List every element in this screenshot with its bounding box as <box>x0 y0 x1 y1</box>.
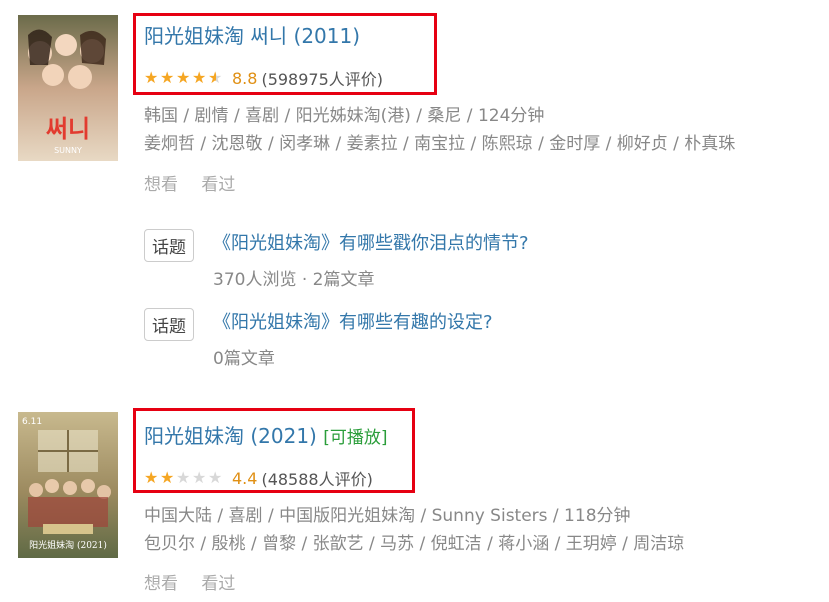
movie-rating-2: ★ ★ ★ ★ ★ 4.4 (48588人评价) <box>144 466 373 490</box>
topic-stats: 370人浏览 · 2篇文章 <box>213 270 375 290</box>
movie-poster-1[interactable]: 써니 SUNNY <box>18 15 118 161</box>
star-icon: ★ <box>144 68 159 87</box>
star-half-icon: ★ <box>208 68 223 87</box>
watched-button[interactable]: 看过 <box>201 574 235 594</box>
movie-meta-line2: 包贝尔 / 殷桃 / 曾黎 / 张歆艺 / 马苏 / 倪虹洁 / 蒋小涵 / 王… <box>144 534 685 554</box>
topic-title-link[interactable]: 《阳光姐妹淘》有哪些戳你泪点的情节? <box>213 229 529 255</box>
poster-title-text: 써니 <box>46 115 90 143</box>
movie-meta-line2: 姜炯哲 / 沈恩敬 / 闵孝琳 / 姜素拉 / 南宝拉 / 陈熙琼 / 金时厚 … <box>144 134 736 154</box>
movie-actions-1: 想看 看过 <box>144 170 253 195</box>
rating-score: 8.8 <box>232 68 258 88</box>
movie-actions-2: 想看 看过 <box>144 569 253 594</box>
star-empty-icon: ★ <box>208 468 223 487</box>
rating-count: (598975人评价) <box>261 70 384 89</box>
star-rating: ★ ★ ★ ★ ★ <box>144 470 224 486</box>
svg-text:阳光姐妹淘 (2021): 阳光姐妹淘 (2021) <box>29 539 107 551</box>
topic-tag[interactable]: 话题 <box>144 308 194 341</box>
svg-text:6.11: 6.11 <box>22 417 42 427</box>
movie-meta-line1: 韩国 / 剧情 / 喜剧 / 阳光姊妹淘(港) / 桑尼 / 124分钟 <box>144 106 545 126</box>
want-to-watch-button[interactable]: 想看 <box>144 574 178 594</box>
movie-meta-line1: 中国大陆 / 喜剧 / 中国版阳光姐妹淘 / Sunny Sisters / 1… <box>144 506 631 526</box>
star-icon: ★ <box>160 68 175 87</box>
movie-rating-1: ★ ★ ★ ★ ★ 8.8 (598975人评价) <box>144 66 383 90</box>
movie-title-link[interactable]: 阳光姐妹淘 (2021) <box>144 424 317 448</box>
star-icon: ★ <box>144 468 159 487</box>
movie-title-1[interactable]: 阳光姐妹淘 써니 (2011) <box>144 20 360 49</box>
star-rating: ★ ★ ★ ★ ★ <box>144 70 224 86</box>
star-icon: ★ <box>192 68 207 87</box>
rating-count: (48588人评价) <box>261 470 373 489</box>
topic-title-link[interactable]: 《阳光姐妹淘》有哪些有趣的设定? <box>213 308 493 334</box>
playable-badge[interactable]: [可播放] <box>323 428 387 448</box>
topic-tag[interactable]: 话题 <box>144 229 194 262</box>
movie-title-2[interactable]: 阳光姐妹淘 (2021) [可播放] <box>144 420 388 449</box>
topic-stats: 0篇文章 <box>213 349 275 369</box>
want-to-watch-button[interactable]: 想看 <box>144 175 178 195</box>
svg-text:SUNNY: SUNNY <box>54 146 82 155</box>
star-empty-icon: ★ <box>192 468 207 487</box>
watched-button[interactable]: 看过 <box>201 175 235 195</box>
movie-title-link[interactable]: 阳光姐妹淘 써니 (2011) <box>144 24 360 48</box>
rating-score: 4.4 <box>232 468 258 488</box>
star-icon: ★ <box>160 468 175 487</box>
star-icon: ★ <box>176 68 191 87</box>
movie-poster-2[interactable]: 6.11 阳光姐妹淘 (2021) <box>18 412 118 558</box>
star-empty-icon: ★ <box>176 468 191 487</box>
